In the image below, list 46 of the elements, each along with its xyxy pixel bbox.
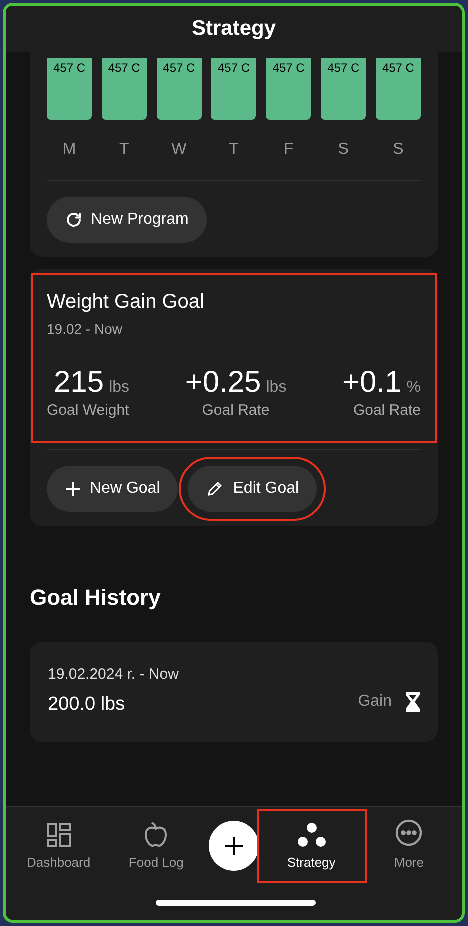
nav-tab[interactable]: More (364, 819, 454, 872)
three-dots-icon (298, 823, 326, 847)
day-label: W (172, 140, 187, 160)
dashboard-icon (46, 823, 71, 847)
stat-label: Goal Weight (47, 401, 130, 421)
stat-label: Goal Rate (202, 401, 270, 421)
day-label: F (284, 140, 294, 160)
stat-value: 215 (54, 366, 104, 400)
new-program-button[interactable]: New Program (47, 197, 207, 243)
goal-title: Weight Gain Goal (47, 290, 206, 315)
day-label: S (393, 140, 404, 160)
plus-icon (65, 480, 81, 496)
day-label: M (62, 140, 76, 160)
nav-tab[interactable]: Food Log (111, 819, 202, 872)
stat-unit: lbs (266, 378, 287, 398)
refresh-icon (65, 211, 83, 229)
calorie-bar: 457 C (102, 58, 147, 120)
screen-title: Strategy (192, 16, 276, 42)
plus-icon (224, 837, 243, 855)
section-title: Goal History (30, 584, 162, 612)
day-label: S (338, 140, 349, 160)
history-period: 19.02.2024 r. - Now (48, 665, 179, 685)
stat-label: Goal Rate (353, 401, 421, 421)
stat-unit: % (406, 378, 421, 398)
calorie-bar: 457 C (156, 58, 202, 120)
calorie-bar: 457 C (47, 58, 92, 120)
hourglass-icon (406, 692, 420, 712)
nav-tab[interactable]: Dashboard (14, 819, 104, 872)
apple-icon (144, 821, 168, 847)
stat-value: +0.25 (185, 366, 262, 400)
edit-goal-button[interactable]: Edit Goal (188, 466, 318, 512)
calorie-bar: 457 C (376, 58, 421, 120)
pencil-icon (206, 480, 224, 498)
nav-tab[interactable]: Strategy (266, 819, 357, 872)
day-label: T (119, 140, 130, 160)
stat-value: +0.1 (342, 366, 402, 400)
stat-unit: lbs (109, 378, 130, 398)
calorie-bar: 457 C (266, 58, 312, 120)
more-icon (395, 819, 424, 847)
goal-period: 19.02 - Now (47, 320, 124, 339)
day-label: T (229, 140, 239, 160)
calorie-bar: 457 C (211, 58, 256, 120)
new-goal-button[interactable]: New Goal (47, 466, 178, 512)
history-weight: 200.0 lbs (48, 692, 126, 716)
calorie-bar: 457 C (321, 58, 366, 120)
goal-type: Gain (358, 692, 392, 712)
